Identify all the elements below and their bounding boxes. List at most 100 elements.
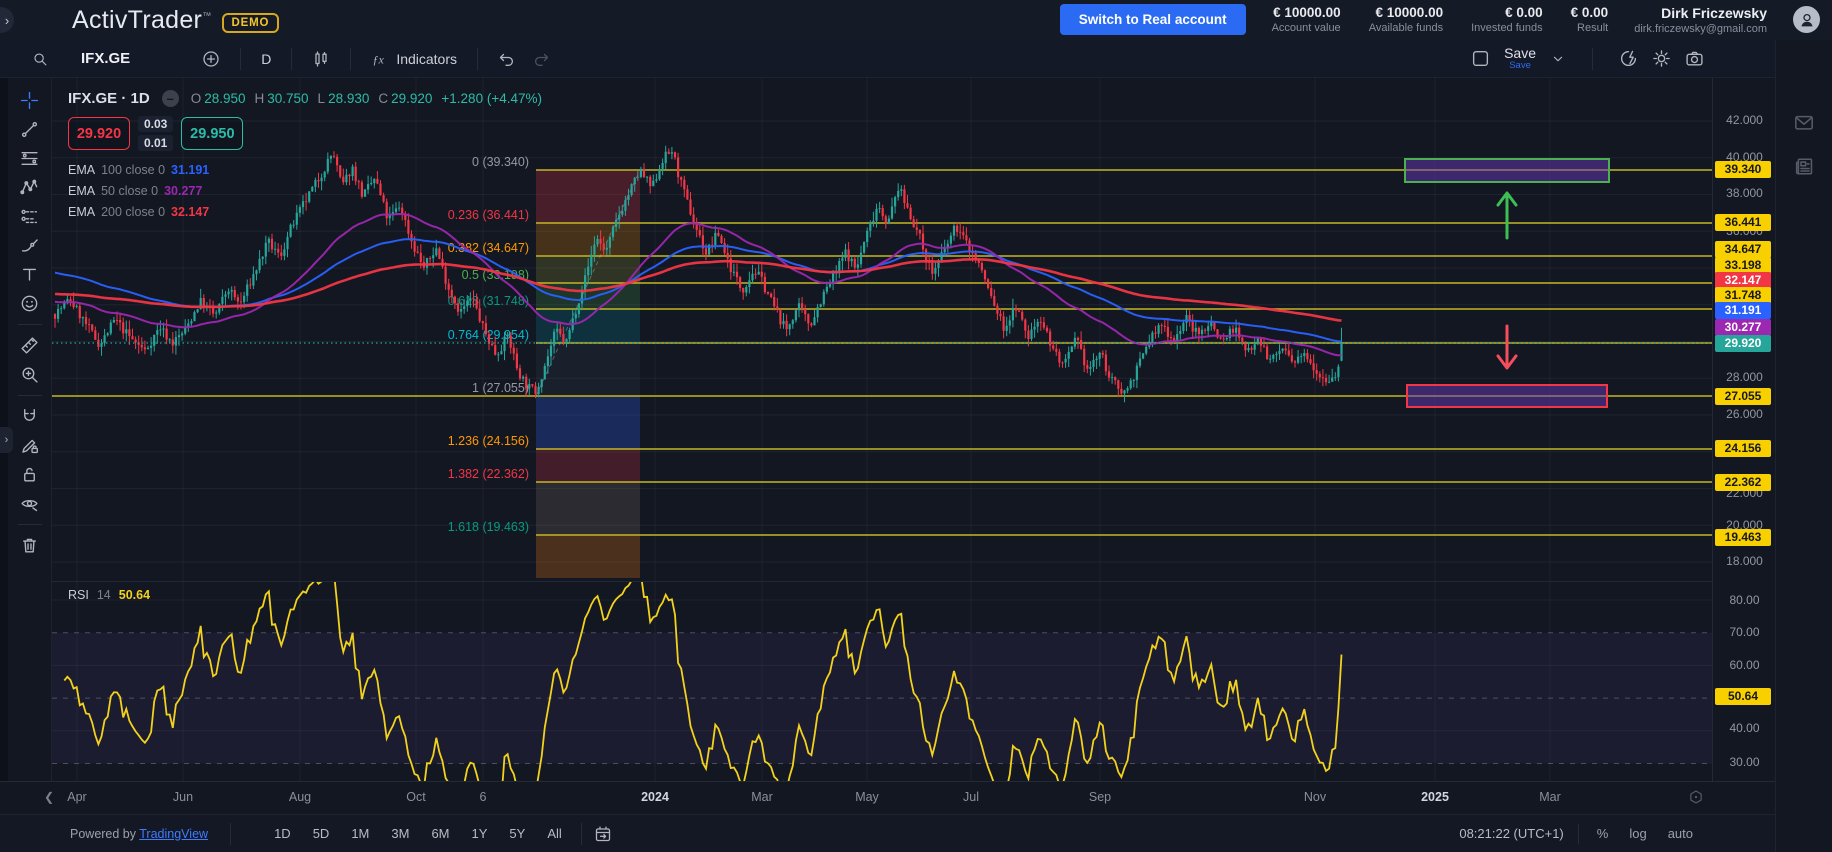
- price-badge: 34.647: [1715, 241, 1771, 258]
- chart-type-button[interactable]: [304, 46, 338, 72]
- hide-drawings-tool[interactable]: [14, 489, 46, 518]
- svg-text:ƒx: ƒx: [373, 52, 385, 66]
- user-name: Dirk Friczewsky: [1661, 4, 1767, 22]
- range-button-1d[interactable]: 1D: [267, 823, 298, 844]
- search-icon: [32, 51, 48, 67]
- pattern-tool[interactable]: [14, 173, 46, 202]
- range-button-1m[interactable]: 1M: [344, 823, 376, 844]
- ema-100-legend-row[interactable]: EMA100 close 031.191: [68, 161, 542, 178]
- user-email: dirk.friczewsky@gmail.com: [1634, 22, 1767, 36]
- axis-settings-icon[interactable]: [1688, 789, 1704, 805]
- range-button-5y[interactable]: 5Y: [502, 823, 532, 844]
- brush-tool[interactable]: [14, 231, 46, 260]
- switch-to-real-account-button[interactable]: Switch to Real account: [1060, 4, 1246, 35]
- avatar[interactable]: [1793, 6, 1820, 33]
- clock-label: 08:21:22 (UTC+1): [1459, 826, 1563, 841]
- text-tool[interactable]: [14, 260, 46, 289]
- magnet-tool[interactable]: [14, 402, 46, 431]
- candle-chart-icon: [312, 50, 330, 68]
- powered-by-label: Powered by: [70, 827, 136, 841]
- fx-icon: ƒx: [371, 50, 389, 68]
- date-range-buttons: 1D 5D 1M 3M 6M 1Y 5Y All: [267, 823, 569, 844]
- layout-square-icon[interactable]: [1471, 49, 1490, 68]
- draw-lock-icon: [20, 436, 39, 455]
- cursor-tool[interactable]: [14, 86, 46, 115]
- toolbar-divider: [18, 395, 42, 396]
- mail-panel-button[interactable]: [1794, 112, 1815, 133]
- indicator-params: 50 close 0: [101, 184, 158, 198]
- add-symbol-button[interactable]: [194, 46, 228, 72]
- go-to-date-icon[interactable]: [594, 825, 612, 843]
- price-badge: 19.463: [1715, 529, 1771, 546]
- measure-tool[interactable]: [14, 331, 46, 360]
- save-layout-button[interactable]: Save Save: [1504, 46, 1536, 71]
- ema-200-legend-row[interactable]: EMA200 close 032.147: [68, 203, 542, 220]
- redo-button[interactable]: [524, 46, 558, 72]
- fib-band: [536, 170, 640, 223]
- gear-icon[interactable]: [1652, 49, 1671, 68]
- zoom-in-tool[interactable]: [14, 360, 46, 389]
- support-zone-rect[interactable]: [1407, 385, 1607, 407]
- projection-tool[interactable]: [14, 202, 46, 231]
- range-button-6m[interactable]: 6M: [424, 823, 456, 844]
- range-button-3m[interactable]: 3M: [384, 823, 416, 844]
- demo-badge: DEMO: [222, 13, 280, 33]
- collapse-header-handle[interactable]: ›: [0, 7, 14, 33]
- symbol-search-button[interactable]: IFX.GE: [24, 46, 138, 71]
- chevron-down-icon[interactable]: [1550, 51, 1566, 67]
- fx-icon: ƒx: [371, 50, 389, 68]
- news-panel-button[interactable]: [1794, 156, 1815, 177]
- price-axis-label: 28.000: [1713, 370, 1776, 384]
- ema-lines: [52, 214, 1712, 355]
- remove-drawings-tool[interactable]: [14, 531, 46, 560]
- scale-button-auto[interactable]: auto: [1664, 824, 1697, 843]
- indicator-value: 30.277: [164, 184, 202, 198]
- chevron-down-icon: [1550, 51, 1566, 67]
- collapse-legend-button[interactable]: –: [162, 90, 179, 107]
- buy-ask-button[interactable]: 29.950: [181, 117, 243, 150]
- account-stats: € 10000.00Account value€ 10000.00Availab…: [1272, 5, 1609, 36]
- time-axis-label: Apr: [47, 790, 107, 804]
- indicators-button[interactable]: ƒx Indicators: [363, 46, 465, 72]
- sell-bid-button[interactable]: 29.920: [68, 117, 130, 150]
- price-axis-label: 38.000: [1713, 186, 1776, 200]
- alert-lightning-icon[interactable]: [1619, 49, 1638, 68]
- range-button-5d[interactable]: 5D: [306, 823, 337, 844]
- price-axis[interactable]: 42.00040.00038.00036.00028.00026.00022.0…: [1712, 78, 1775, 815]
- interval-button[interactable]: D: [253, 47, 279, 71]
- tradingview-link[interactable]: TradingView: [139, 827, 208, 841]
- expand-watchlist-handle[interactable]: ›: [0, 427, 13, 453]
- price-axis-label: 40.00: [1713, 721, 1776, 735]
- stat-label: Result: [1577, 22, 1608, 36]
- undo-icon: [498, 50, 516, 68]
- range-button-all[interactable]: All: [540, 823, 568, 844]
- lock-all-tool[interactable]: [14, 460, 46, 489]
- save-sub-label: Save: [1509, 61, 1531, 71]
- price-chart-canvas[interactable]: 0 (39.340)0.236 (36.441)0.382 (34.647)0.…: [0, 0, 1832, 852]
- range-button-1y[interactable]: 1Y: [465, 823, 495, 844]
- price-axis-label: 18.000: [1713, 554, 1776, 568]
- trend-line-tool[interactable]: [14, 115, 46, 144]
- plus-circle-icon: [202, 50, 220, 68]
- redo-icon: [532, 50, 550, 68]
- snapshot-camera-icon: [1685, 49, 1704, 68]
- time-axis-label: May: [837, 790, 897, 804]
- resistance-zone-rect[interactable]: [1405, 159, 1609, 182]
- fibonacci-tool[interactable]: [14, 144, 46, 173]
- down-arrow-drawing[interactable]: [1498, 326, 1516, 368]
- fib-band: [536, 449, 640, 482]
- app-logo: ActivTrader™ DEMO: [72, 6, 279, 35]
- ema-50-legend-row[interactable]: EMA50 close 030.277: [68, 182, 542, 199]
- snapshot-camera-icon[interactable]: [1685, 49, 1704, 68]
- scale-button-log[interactable]: log: [1625, 824, 1650, 843]
- undo-button[interactable]: [490, 46, 524, 72]
- scale-button-%[interactable]: %: [1593, 824, 1613, 843]
- trading-platform: 0 (39.340)0.236 (36.441)0.382 (34.647)0.…: [0, 0, 1832, 852]
- drawing-lock-tool[interactable]: [14, 431, 46, 460]
- forecast-icon: [20, 207, 39, 226]
- emoji-tool[interactable]: [14, 289, 46, 318]
- gear-icon: [1652, 49, 1671, 68]
- left-edge-strip: [0, 78, 8, 852]
- time-axis[interactable]: ❮ AprJunAugOct62024MarMayJulSepNov2025Ma…: [0, 781, 1775, 814]
- price-badge: 27.055: [1715, 388, 1771, 405]
